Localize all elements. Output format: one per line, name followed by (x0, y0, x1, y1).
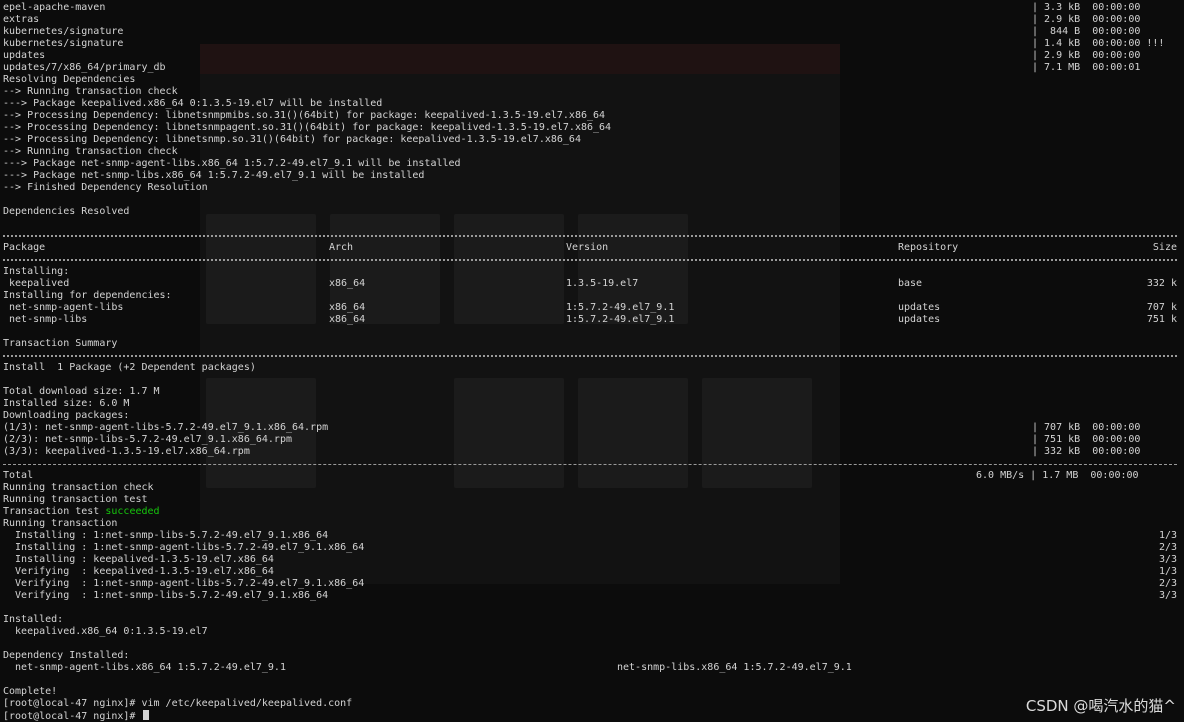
install-count-line: Install 1 Package (+2 Dependent packages… (3, 362, 256, 373)
test-result-line: Transaction test succeeded (3, 506, 160, 517)
repo-status-line: updates/7/x86_64/primary_db | 7.1 MB 00:0… (3, 62, 1141, 73)
step-line: Verifying : 1:net-snmp-agent-libs-5.7.2-… (3, 578, 1177, 589)
step-line: Installing : keepalived-1.3.5-19.el7.x86… (3, 554, 1177, 565)
repo-status-line: kubernetes/signature | 1.4 kB 00:00:00 !!… (3, 38, 1165, 49)
terminal-output: epel-apache-maven | 3.3 kB 00:00:00 extra… (3, 2, 1181, 722)
shell-prompt-history: [root@local-47 nginx]# vim /etc/keepaliv… (3, 698, 353, 709)
resolve-line: --> Processing Dependency: libnetsnmpage… (3, 122, 612, 133)
step-line: Installing : 1:net-snmp-agent-libs-5.7.2… (3, 542, 1177, 553)
run-check-line: Running transaction check (3, 482, 154, 493)
csdn-watermark: CSDN @喝汽水的猫^ (1025, 697, 1176, 715)
resolve-line: --> Running transaction check (3, 86, 178, 97)
resolve-line: ---> Package net-snmp-agent-libs.x86_64 … (3, 158, 461, 169)
total-line: Total 6.0 MB/s | 1.7 MB 00:00:00 (3, 470, 1139, 481)
download-line: (1/3): net-snmp-agent-libs-5.7.2-49.el7_… (3, 422, 1141, 433)
table-separator (3, 230, 1181, 242)
col-header-arch: Arch (329, 242, 354, 253)
table-group-label: Installing for dependencies: (3, 290, 172, 301)
installed-size-line: Installed size: 6.0 M (3, 398, 130, 409)
run-test-line: Running transaction test (3, 494, 148, 505)
table-header-row: Package Arch Version Repository Size (3, 242, 1181, 254)
table-group-label: Installing: (3, 266, 70, 277)
step-line: Installing : 1:net-snmp-libs-5.7.2-49.el… (3, 530, 1177, 541)
resolve-line: ---> Package net-snmp-libs.x86_64 1:5.7.… (3, 170, 425, 181)
summary-heading: Transaction Summary (3, 338, 118, 349)
download-line: (3/3): keepalived-1.3.5-19.el7.x86_64.rp… (3, 446, 1141, 457)
table-separator (3, 254, 1181, 266)
repo-status-line: epel-apache-maven | 3.3 kB 00:00:00 (3, 2, 1141, 13)
table-row: net-snmp-agent-libs x86_64 1:5.7.2-49.el… (3, 302, 1177, 313)
resolve-line: --> Processing Dependency: libnetsnmp.so… (3, 134, 581, 145)
table-row: net-snmp-libs x86_64 1:5.7.2-49.el7_9.1 … (3, 314, 1177, 325)
col-header-package: Package (3, 242, 46, 253)
repo-status-line: updates | 2.9 kB 00:00:00 (3, 50, 1141, 61)
col-header-version: Version (566, 242, 609, 253)
repo-status-line: kubernetes/signature | 844 B 00:00:00 (3, 26, 1141, 37)
resolve-line: --> Processing Dependency: libnetsnmpmib… (3, 110, 606, 121)
deps-resolved-heading: Dependencies Resolved (3, 206, 130, 217)
resolve-line: Resolving Dependencies (3, 74, 136, 85)
terminal-window[interactable]: epel-apache-maven | 3.3 kB 00:00:00 extra… (0, 0, 1184, 722)
installed-heading: Installed: (3, 614, 64, 625)
resolve-line: ---> Package keepalived.x86_64 0:1.3.5-1… (3, 98, 383, 109)
download-size-line: Total download size: 1.7 M (3, 386, 160, 397)
dep-installed-values: net-snmp-agent-libs.x86_64 1:5.7.2-49.el… (3, 662, 852, 673)
repo-status-line: extras | 2.9 kB 00:00:00 (3, 14, 1141, 25)
download-line: (2/3): net-snmp-libs-5.7.2-49.el7_9.1.x8… (3, 434, 1141, 445)
step-line: Verifying : keepalived-1.3.5-19.el7.x86_… (3, 566, 1177, 577)
step-line: Verifying : 1:net-snmp-libs-5.7.2-49.el7… (3, 590, 1177, 601)
installed-value: keepalived.x86_64 0:1.3.5-19.el7 (3, 626, 208, 637)
col-header-repository: Repository (898, 242, 959, 253)
text-cursor (143, 710, 150, 720)
success-text: succeeded (105, 506, 160, 517)
complete-line: Complete! (3, 686, 58, 697)
running-line: Running transaction (3, 518, 118, 529)
download-separator (3, 458, 1181, 470)
downloading-line: Downloading packages: (3, 410, 130, 421)
shell-prompt-current[interactable]: [root@local-47 nginx]# (3, 710, 1181, 722)
table-separator (3, 350, 1181, 362)
col-header-size: Size (1152, 242, 1177, 253)
table-row: keepalived x86_64 1.3.5-19.el7 base 332 … (3, 278, 1177, 289)
resolve-line: --> Running transaction check (3, 146, 178, 157)
resolve-line: --> Finished Dependency Resolution (3, 182, 208, 193)
dep-installed-heading: Dependency Installed: (3, 650, 130, 661)
